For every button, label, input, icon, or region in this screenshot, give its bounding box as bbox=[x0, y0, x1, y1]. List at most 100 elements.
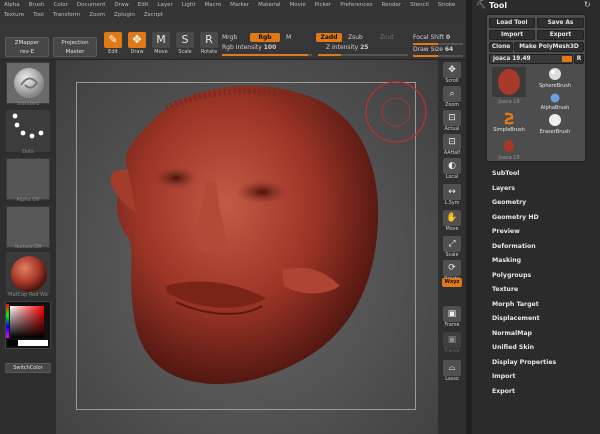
refresh-icon[interactable]: ↻ bbox=[584, 0, 591, 9]
rgb-toggle[interactable]: Rgb bbox=[250, 33, 280, 42]
stroke-swatch[interactable] bbox=[6, 110, 50, 152]
menu-item-render[interactable]: Render bbox=[382, 2, 402, 8]
menu-item-light[interactable]: Light bbox=[182, 2, 196, 8]
menu-item-alpha[interactable]: Alpha bbox=[4, 2, 20, 8]
view-actual-button[interactable]: ⊡ Actual bbox=[441, 110, 463, 136]
menu-item-texture[interactable]: Texture bbox=[4, 12, 24, 18]
menu-item-material[interactable]: Material bbox=[258, 2, 280, 8]
menu-item-preferences[interactable]: Preferences bbox=[340, 2, 372, 8]
menu-item-brush[interactable]: Brush bbox=[29, 2, 45, 8]
focal-shift-track[interactable] bbox=[413, 43, 463, 45]
material-swatch[interactable] bbox=[6, 252, 50, 294]
rgb-intensity-slider[interactable]: Rgb Intensity 100 bbox=[222, 44, 276, 51]
menu-item-stencil[interactable]: Stencil bbox=[410, 2, 429, 8]
simple-brush-icon bbox=[489, 111, 529, 127]
menu-item-color[interactable]: Color bbox=[54, 2, 68, 8]
draw-size-slider[interactable]: Draw Size 64 bbox=[413, 46, 453, 53]
zadd-toggle[interactable]: Zadd bbox=[316, 33, 342, 42]
submenu-deformation[interactable]: Deformation bbox=[492, 243, 536, 250]
tool-move-button[interactable]: M Move bbox=[150, 32, 172, 58]
pin-icon[interactable]: ⛏ bbox=[476, 0, 486, 9]
view-label: Actual bbox=[444, 127, 460, 132]
tool-thumb-3[interactable]: SimpleBrush bbox=[489, 111, 529, 137]
load-tool-button[interactable]: Load Tool bbox=[489, 18, 535, 28]
zmapper-button[interactable]: ZMapper rev-E bbox=[5, 37, 49, 57]
import-button[interactable]: Import bbox=[489, 30, 535, 40]
menu-item-zscript[interactable]: Zscript bbox=[144, 12, 163, 18]
tool-thumb-0[interactable]: joaca 19 bbox=[489, 67, 529, 105]
z-intensity-track[interactable] bbox=[318, 54, 408, 56]
move-icon: M bbox=[152, 32, 170, 48]
submenu-layers[interactable]: Layers bbox=[492, 185, 515, 192]
menu-item-stroke[interactable]: Stroke bbox=[438, 2, 456, 8]
zcut-toggle[interactable]: Zcut bbox=[380, 34, 394, 41]
texture-swatch[interactable] bbox=[6, 206, 50, 248]
menu-item-transform[interactable]: Transform bbox=[53, 12, 80, 18]
submenu-geometry-hd[interactable]: Geometry HD bbox=[492, 214, 539, 221]
submenu-displacement[interactable]: Displacement bbox=[492, 315, 540, 322]
menu-item-draw[interactable]: Draw bbox=[114, 2, 128, 8]
zsub-toggle[interactable]: Zsub bbox=[348, 34, 363, 41]
submenu-normalmap[interactable]: NormalMap bbox=[492, 330, 532, 337]
submenu-import[interactable]: Import bbox=[492, 373, 515, 380]
clone-button[interactable]: Clone bbox=[489, 42, 513, 52]
submenu-masking[interactable]: Masking bbox=[492, 257, 521, 264]
submenu-polygroups[interactable]: Polygroups bbox=[492, 272, 531, 279]
tool-thumb-5[interactable]: joaca 19 bbox=[489, 139, 529, 161]
view-local-button[interactable]: ◐ Local bbox=[441, 158, 463, 184]
menu-item-edit[interactable]: Edit bbox=[138, 2, 149, 8]
menu-item-layer[interactable]: Layer bbox=[157, 2, 172, 8]
submenu-unified-skin[interactable]: Unified Skin bbox=[492, 344, 534, 351]
tool-thumb-4[interactable]: EraserBrush bbox=[535, 113, 575, 139]
alpha-swatch[interactable] bbox=[6, 158, 50, 200]
submenu-morph-target[interactable]: Morph Target bbox=[492, 301, 539, 308]
current-tool-slider[interactable]: joaca 19.49 bbox=[489, 54, 573, 64]
menu-item-marker[interactable]: Marker bbox=[230, 2, 249, 8]
tool-scale-button[interactable]: S Scale bbox=[174, 32, 196, 58]
view-scroll-button[interactable]: ✥ Scroll bbox=[441, 62, 463, 88]
export-button[interactable]: Export bbox=[537, 30, 584, 40]
m-toggle[interactable]: M bbox=[286, 34, 291, 41]
draw-size-track[interactable] bbox=[413, 55, 463, 57]
menu-item-document[interactable]: Document bbox=[77, 2, 106, 8]
sculpted-head-model[interactable] bbox=[56, 60, 438, 434]
menu-item-movie[interactable]: Movie bbox=[290, 2, 306, 8]
menu-item-zoom[interactable]: Zoom bbox=[89, 12, 105, 18]
view-zoom-button[interactable]: ⌕ Zoom bbox=[441, 86, 463, 112]
tool-edit-button[interactable]: ✎ Edit bbox=[102, 32, 124, 58]
submenu-display-properties[interactable]: Display Properties bbox=[492, 359, 556, 366]
view-lasso-button[interactable]: ⌓ Lasso bbox=[441, 360, 463, 386]
make-polymesh-button[interactable]: Make PolyMesh3D bbox=[514, 42, 584, 52]
menu-item-picker[interactable]: Picker bbox=[315, 2, 331, 8]
submenu-texture[interactable]: Texture bbox=[492, 286, 518, 293]
tool-rotate-button[interactable]: R Rotate bbox=[198, 32, 220, 58]
menu-item-macro[interactable]: Macro bbox=[205, 2, 222, 8]
view-frame-button[interactable]: ▣ Frame bbox=[441, 306, 463, 332]
tool-thumb-1[interactable]: SphereBrush bbox=[535, 67, 575, 93]
focal-shift-label: Focal Shift bbox=[413, 34, 445, 41]
view-aahalf-button[interactable]: ⊡ AAHalf bbox=[441, 134, 463, 160]
view-lsym-button[interactable]: ↔ L.Sym bbox=[441, 184, 463, 210]
brush-swatch[interactable] bbox=[6, 62, 50, 104]
tool-thumb-2[interactable]: AlphaBrush bbox=[535, 93, 575, 111]
submenu-export[interactable]: Export bbox=[492, 388, 515, 395]
z-intensity-slider[interactable]: Z Intensity 25 bbox=[326, 44, 368, 51]
switch-color-button[interactable]: SwitchColor bbox=[5, 363, 51, 373]
xyz-toggle[interactable]: Wxyz bbox=[442, 278, 462, 287]
mrgb-toggle[interactable]: Mrgb bbox=[222, 34, 237, 41]
menu-item-tool[interactable]: Tool bbox=[33, 12, 44, 18]
rgb-intensity-track[interactable] bbox=[222, 54, 312, 56]
color-picker[interactable] bbox=[5, 301, 51, 349]
submenu-geometry[interactable]: Geometry bbox=[492, 199, 526, 206]
view-scale-button[interactable]: ⤢ Scale bbox=[441, 236, 463, 262]
submenu-subtool[interactable]: SubTool bbox=[492, 170, 519, 177]
save-as-button[interactable]: Save As bbox=[537, 18, 584, 28]
menu-item-zplugin[interactable]: Zplugin bbox=[114, 12, 135, 18]
tool-draw-button[interactable]: ✥ Draw bbox=[126, 32, 148, 58]
submenu-preview[interactable]: Preview bbox=[492, 228, 520, 235]
view-transp-button[interactable]: ▣ Transp bbox=[441, 332, 463, 358]
reset-r-button[interactable]: R bbox=[574, 54, 584, 64]
focal-shift-slider[interactable]: Focal Shift 0 bbox=[413, 34, 450, 41]
view-move-button[interactable]: ✋ Move bbox=[441, 210, 463, 236]
projection-master-button[interactable]: Projection Master bbox=[53, 37, 97, 57]
